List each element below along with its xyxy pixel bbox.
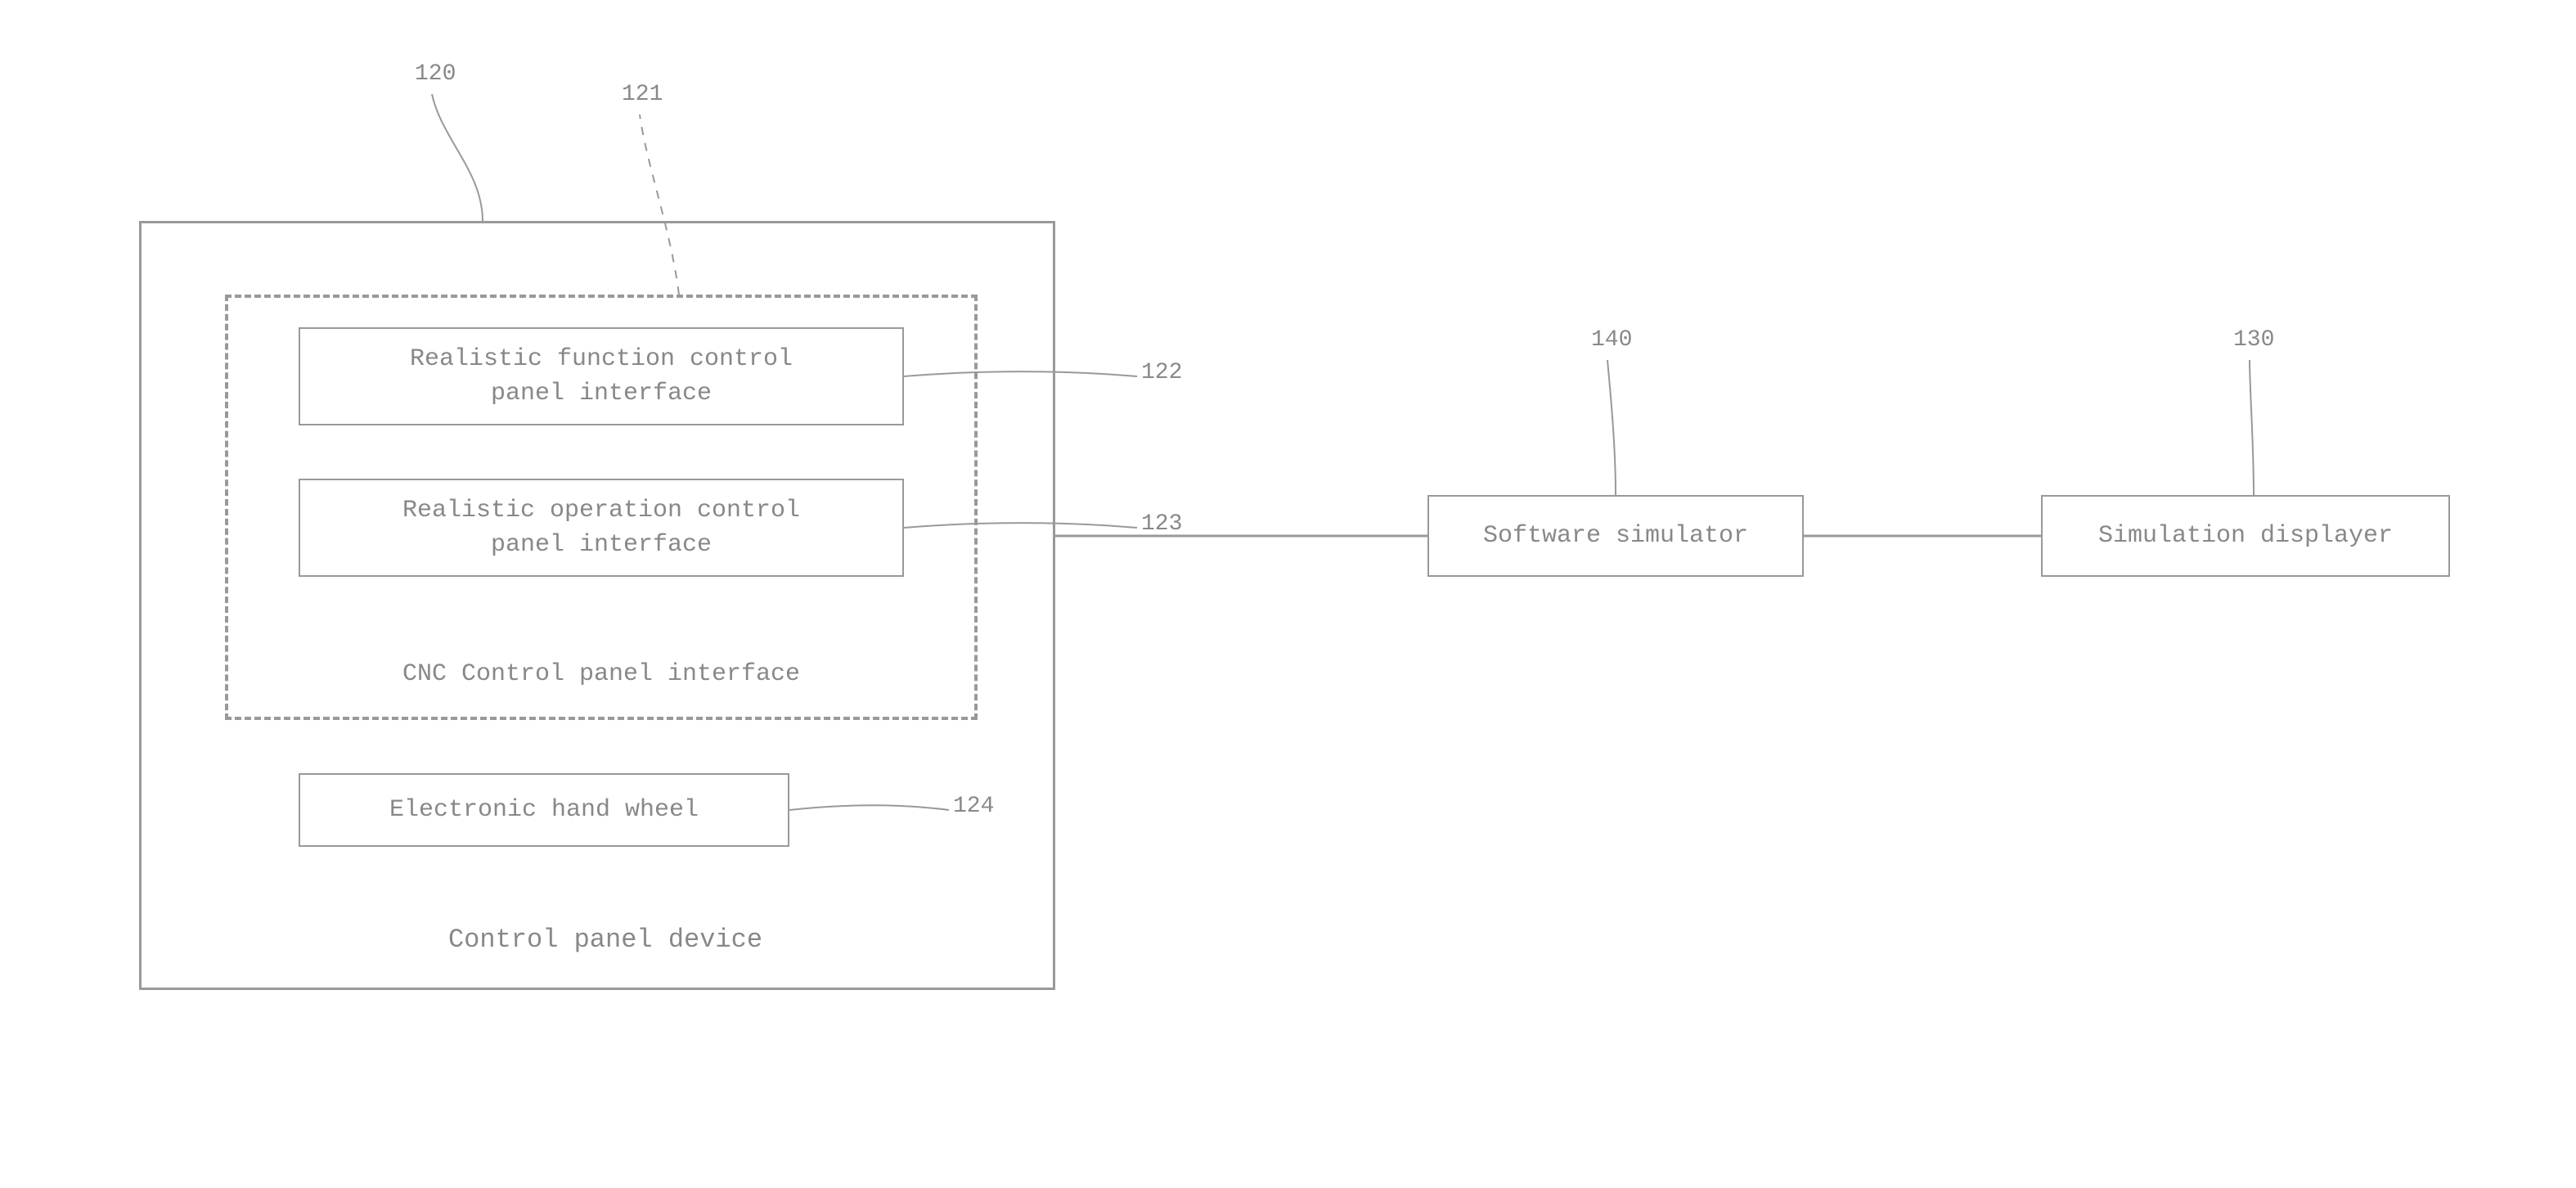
ref-120: 120 (415, 61, 456, 87)
realistic-function-box: Realistic function control panel interfa… (299, 327, 904, 425)
cnc-interface-label: CNC Control panel interface (372, 660, 830, 688)
diagram-canvas: Control panel device CNC Control panel i… (0, 0, 2576, 1188)
ref-124: 124 (953, 794, 994, 819)
ref-122: 122 (1141, 360, 1182, 385)
ref-140: 140 (1591, 327, 1632, 353)
hand-wheel-label: Electronic hand wheel (389, 793, 699, 827)
software-simulator-label: Software simulator (1483, 519, 1748, 553)
realistic-operation-box: Realistic operation control panel interf… (299, 479, 904, 577)
simulation-displayer-box: Simulation displayer (2041, 495, 2450, 577)
hand-wheel-box: Electronic hand wheel (299, 773, 789, 847)
ref-130: 130 (2233, 327, 2274, 353)
realistic-function-label: Realistic function control panel interfa… (410, 342, 793, 411)
ref-123: 123 (1141, 511, 1182, 537)
ref-121: 121 (622, 82, 663, 107)
simulation-displayer-label: Simulation displayer (2098, 519, 2393, 553)
software-simulator-box: Software simulator (1427, 495, 1804, 577)
control-panel-device-label: Control panel device (434, 925, 777, 955)
realistic-operation-label: Realistic operation control panel interf… (402, 493, 800, 562)
